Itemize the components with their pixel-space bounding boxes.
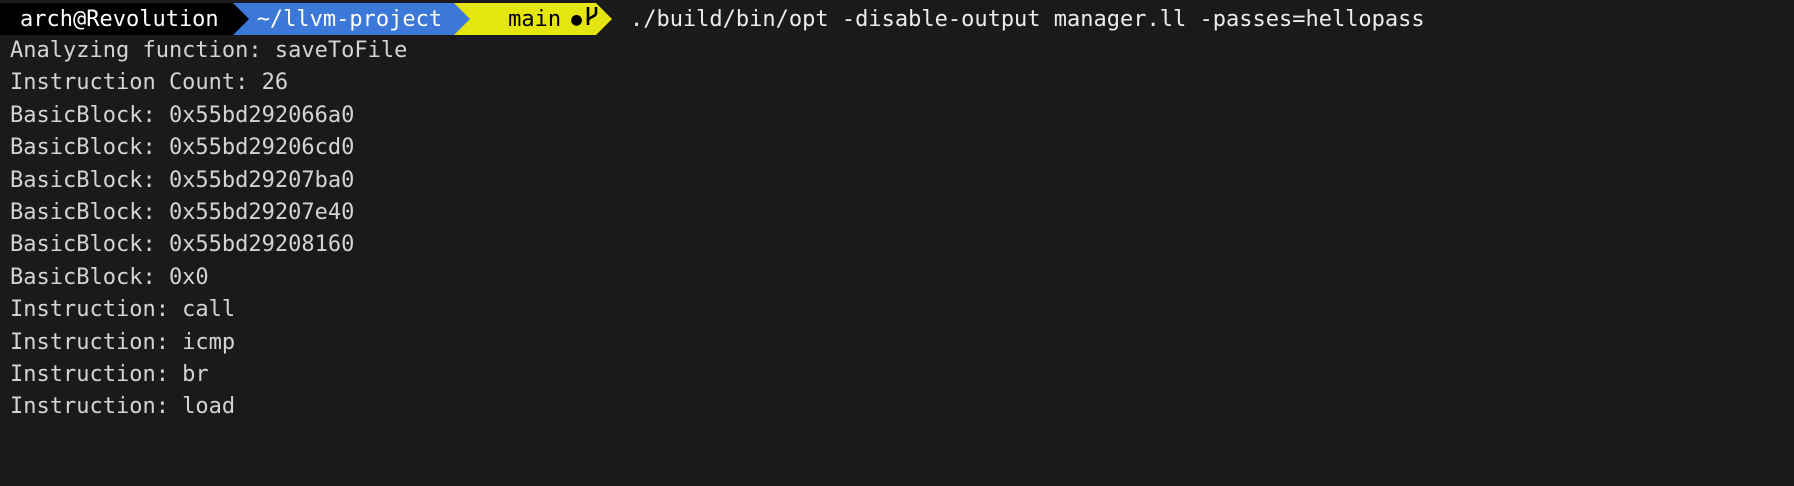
- prompt-line: arch@Revolution ~/llvm-project main ● ./…: [0, 3, 1794, 35]
- output-line: BasicBlock: 0x55bd292066a0: [10, 102, 355, 128]
- git-dirty-indicator: ●: [571, 8, 582, 30]
- git-branch-icon: [478, 0, 598, 58]
- output-line: BasicBlock: 0x0: [10, 264, 209, 290]
- output-line: Instruction: br: [10, 361, 209, 387]
- output-line: Instruction Count: 26: [10, 70, 289, 96]
- prompt-user-host: arch@Revolution: [20, 6, 219, 32]
- prompt-directory: ~/llvm-project: [256, 6, 443, 32]
- output-line: Instruction: icmp: [10, 329, 236, 355]
- terminal-window[interactable]: arch@Revolution ~/llvm-project main ● ./…: [0, 0, 1794, 486]
- output-line: BasicBlock: 0x55bd29207ba0: [10, 167, 355, 193]
- command-text: ./build/bin/opt -disable-output manager.…: [629, 6, 1425, 32]
- output-line: BasicBlock: 0x55bd29207e40: [10, 199, 355, 225]
- prompt-branch-name: main: [508, 6, 562, 32]
- prompt-user-host-segment: arch@Revolution: [0, 3, 233, 35]
- output-line: BasicBlock: 0x55bd29206cd0: [10, 135, 355, 161]
- prompt-git-segment: main ●: [470, 3, 598, 35]
- output-line: Instruction: load: [10, 394, 236, 420]
- output-line: BasicBlock: 0x55bd29208160: [10, 232, 355, 258]
- output-line: Instruction: call: [10, 297, 236, 323]
- command-output: Analyzing function: saveToFile Instructi…: [0, 35, 1794, 424]
- powerline-separator: [454, 3, 471, 35]
- prompt-directory-segment: ~/llvm-project: [248, 3, 455, 35]
- output-line: Analyzing function: saveToFile: [10, 38, 408, 63]
- powerline-separator: [232, 3, 249, 35]
